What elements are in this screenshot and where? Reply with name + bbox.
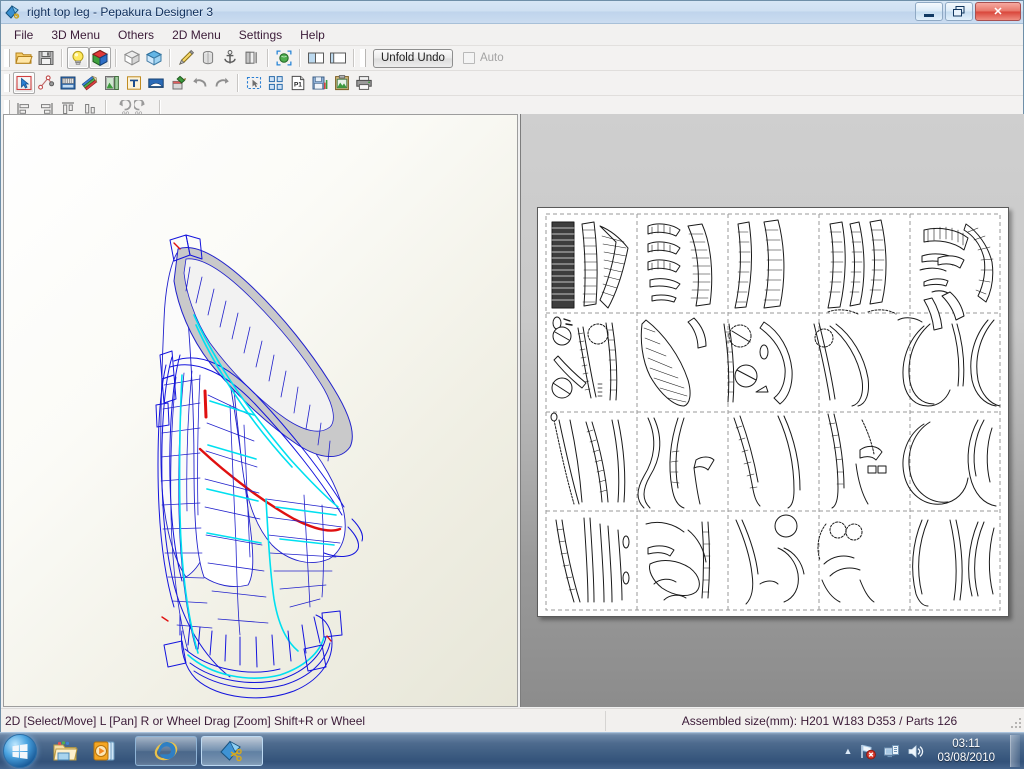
3d-model-wireframe (155, 234, 363, 699)
2d-unfold-view[interactable] (520, 114, 1024, 707)
status-assembled-info: Assembled size(mm): H201 W183 D353 / Par… (681, 713, 958, 728)
close-icon[interactable]: ✕ (975, 2, 1021, 21)
toolbar-separator (115, 49, 117, 67)
add-text-icon[interactable] (123, 72, 145, 94)
paint-icon[interactable] (167, 72, 189, 94)
window-controls: ✕ (915, 2, 1021, 21)
edit-flaps-icon[interactable] (57, 72, 79, 94)
show-desktop-button[interactable] (1010, 735, 1020, 767)
page-setup-icon[interactable]: P1 (287, 72, 309, 94)
undo-icon[interactable] (189, 72, 211, 94)
menu-file[interactable]: File (5, 26, 42, 44)
title-bar[interactable]: right top leg - Pepakura Designer 3 ✕ (1, 1, 1023, 24)
explorer-icon[interactable] (51, 737, 79, 765)
task-buttons (135, 736, 263, 766)
clock[interactable]: 03:11 03/08/2010 (931, 737, 1001, 765)
status-bar: 2D [Select/Move] L [Pan] R or Wheel Drag… (1, 708, 1024, 732)
menu-2d[interactable]: 2D Menu (163, 26, 230, 44)
clipboard-icon[interactable] (331, 72, 353, 94)
minimize-icon[interactable] (915, 2, 943, 21)
volume-icon[interactable] (907, 743, 924, 760)
3d-model-view[interactable] (3, 114, 518, 707)
edit-edge-icon[interactable] (175, 47, 197, 69)
taskbar-pepakura-designer[interactable] (201, 736, 263, 766)
toolbar-grip[interactable] (4, 74, 10, 92)
texture-toggle-icon[interactable] (89, 47, 111, 69)
toolbar-grip[interactable] (4, 49, 10, 67)
pepakura-app-icon (5, 4, 21, 20)
window-title: right top leg - Pepakura Designer 3 (27, 5, 214, 19)
system-tray: ▲ 03:11 03/08/2010 (844, 735, 1024, 767)
face-select-icon[interactable] (241, 47, 263, 69)
show-hidden-icons-arrow[interactable]: ▲ (844, 746, 853, 756)
flat-shading-icon[interactable] (121, 47, 143, 69)
clock-time: 03:11 (952, 738, 981, 750)
application-window: right top leg - Pepakura Designer 3 ✕ Fi… (0, 0, 1024, 732)
network-error-icon[interactable] (859, 743, 877, 760)
auto-checkbox[interactable] (462, 52, 475, 64)
clock-date: 03/08/2010 (937, 752, 995, 764)
export-icon[interactable] (309, 72, 331, 94)
svg-text:P1: P1 (294, 81, 302, 88)
maximize-icon[interactable] (945, 2, 973, 21)
work-area (1, 114, 1024, 708)
toolbar-separator (237, 74, 239, 92)
toolbar-separator (61, 49, 63, 67)
save-file-icon[interactable] (35, 47, 57, 69)
join-disconnect-icon[interactable] (35, 72, 57, 94)
media-player-icon[interactable] (91, 737, 119, 765)
scale-icon[interactable] (145, 72, 167, 94)
network-icon[interactable] (883, 743, 900, 760)
secondary-toolbar: P1 (1, 71, 1023, 96)
main-toolbar: Unfold Undo Auto (1, 46, 1023, 71)
split-view-single-icon[interactable] (327, 47, 349, 69)
redo-icon[interactable] (211, 72, 233, 94)
quick-launch (51, 737, 119, 765)
split-view-vertical-icon[interactable] (305, 47, 327, 69)
unfold-page-sheet[interactable] (537, 207, 1009, 617)
anchor-icon[interactable] (219, 47, 241, 69)
edit-line-icon[interactable] (79, 72, 101, 94)
select-all-icon[interactable] (243, 72, 265, 94)
unfold-undo-button[interactable]: Unfold Undo (373, 48, 453, 68)
toolbar-grip[interactable] (360, 49, 366, 67)
taskbar-internet-explorer[interactable] (135, 736, 197, 766)
layout-parts-icon[interactable] (265, 72, 287, 94)
menu-settings[interactable]: Settings (230, 26, 291, 44)
menu-bar: File 3D Menu Others 2D Menu Settings Hel… (1, 24, 1023, 46)
toolbar-separator (169, 49, 171, 67)
menu-3d[interactable]: 3D Menu (42, 26, 109, 44)
menu-others[interactable]: Others (109, 26, 163, 44)
toolbar-separator (267, 49, 269, 67)
show-flaps-icon[interactable] (67, 47, 89, 69)
windows-start-orb[interactable] (3, 734, 37, 768)
smooth-shading-icon[interactable] (143, 47, 165, 69)
resize-grip[interactable] (1009, 716, 1023, 730)
toolbar-separator (353, 49, 355, 67)
menu-help[interactable]: Help (291, 26, 334, 44)
rotate-model-icon[interactable] (273, 47, 295, 69)
status-hint: 2D [Select/Move] L [Pan] R or Wheel Drag… (1, 710, 606, 731)
open-file-icon[interactable] (13, 47, 35, 69)
toolbar-separator (299, 49, 301, 67)
taskbar: ▲ 03:11 03/08/2010 (0, 732, 1024, 769)
print-icon[interactable] (353, 72, 375, 94)
add-image-icon[interactable] (101, 72, 123, 94)
unfold-parts-layout (545, 213, 1001, 611)
open-edge-icon[interactable] (197, 47, 219, 69)
auto-label: Auto (479, 52, 504, 64)
select-move-icon[interactable] (13, 72, 35, 94)
auto-checkbox-group[interactable]: Auto (462, 52, 504, 64)
desktop: right top leg - Pepakura Designer 3 ✕ Fi… (0, 0, 1024, 769)
